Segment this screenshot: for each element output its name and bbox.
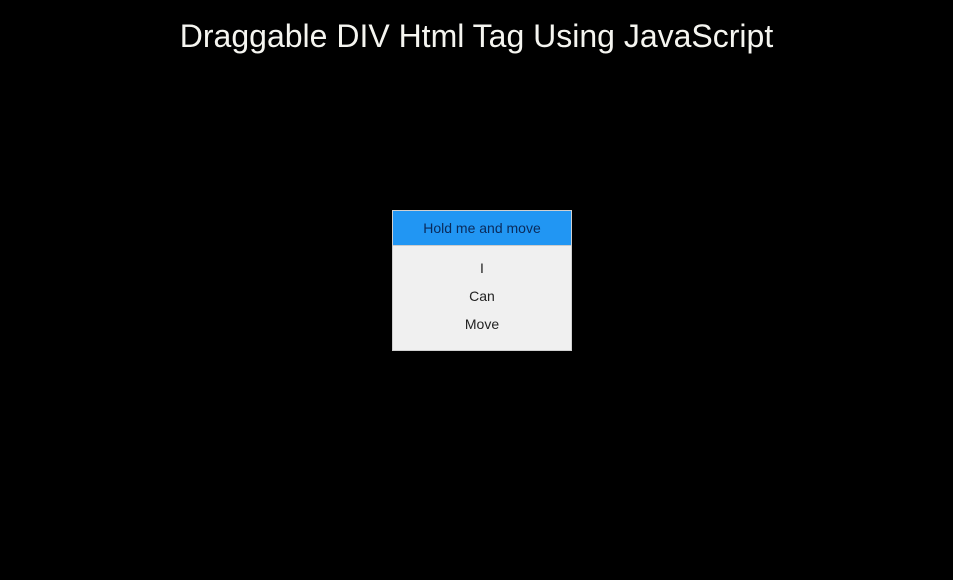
draggable-box-body: I Can Move <box>393 246 571 350</box>
drag-handle[interactable]: Hold me and move <box>393 211 571 246</box>
box-line-2: Can <box>401 282 563 310</box>
box-line-1: I <box>401 254 563 282</box>
page-title: Draggable DIV Html Tag Using JavaScript <box>100 0 853 55</box>
draggable-box[interactable]: Hold me and move I Can Move <box>392 210 572 351</box>
box-line-3: Move <box>401 310 563 338</box>
